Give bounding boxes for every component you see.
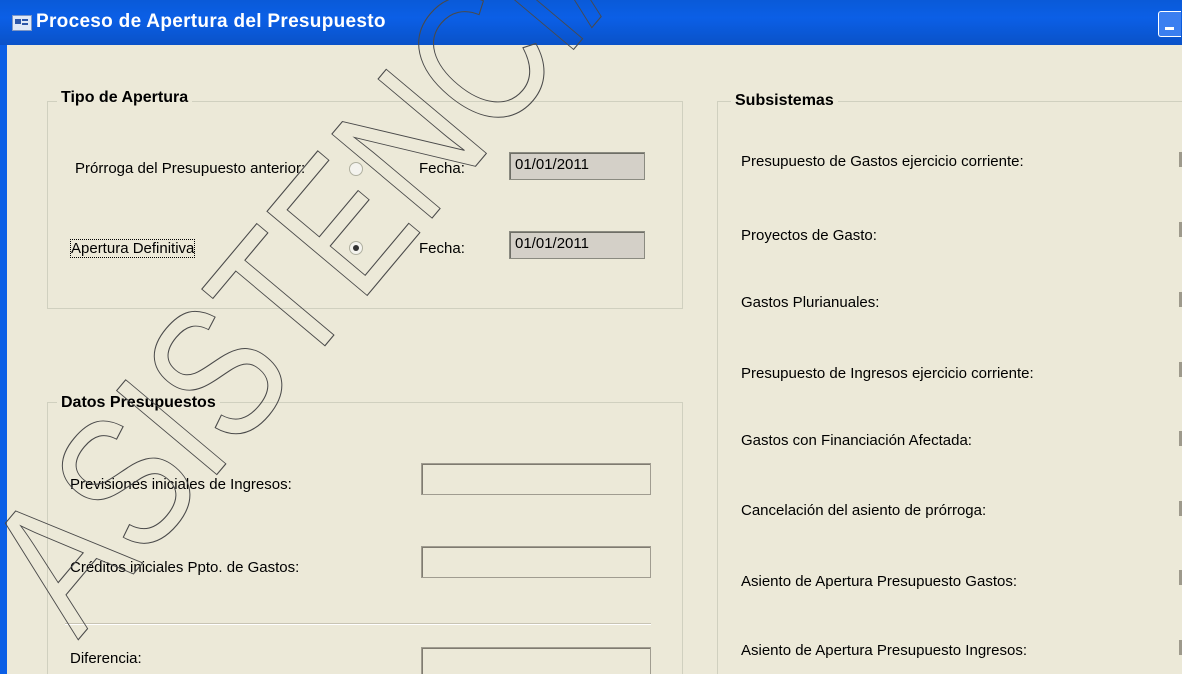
- creditos-field[interactable]: [421, 546, 651, 578]
- subsistema-item: Proyectos de Gasto:: [741, 227, 877, 244]
- definitiva-radio[interactable]: [349, 241, 363, 255]
- definitiva-fecha-field[interactable]: 01/01/2011: [509, 231, 645, 259]
- subsistema-item: Gastos Plurianuales:: [741, 294, 880, 311]
- subsistema-item: Asiento de Apertura Presupuesto Gastos:: [741, 573, 1017, 590]
- tipo-apertura-legend: Tipo de Apertura: [57, 89, 193, 107]
- datos-presupuestos-group: [47, 402, 683, 674]
- minimize-button[interactable]: [1158, 11, 1181, 37]
- prorroga-fecha-label: Fecha:: [419, 160, 465, 177]
- diferencia-field[interactable]: [421, 647, 651, 674]
- app-icon: [12, 15, 32, 31]
- subsistemas-legend: Subsistemas: [731, 92, 838, 110]
- tipo-apertura-group: [47, 101, 683, 309]
- creditos-label: Créditos iniciales Ppto. de Gastos:: [70, 559, 300, 576]
- previsiones-field[interactable]: [421, 463, 651, 495]
- prorroga-radio[interactable]: [349, 162, 363, 176]
- subsistema-item: Cancelación del asiento de prórroga:: [741, 502, 987, 519]
- client-area: Tipo de Apertura Prórroga del Presupuest…: [7, 45, 1182, 674]
- prorroga-fecha-field[interactable]: 01/01/2011: [509, 152, 645, 180]
- window-left-border: [0, 45, 7, 674]
- subsistema-item: Asiento de Apertura Presupuesto Ingresos…: [741, 642, 1028, 659]
- main-window: Proceso de Apertura del Presupuesto Tipo…: [0, 0, 1182, 674]
- datos-presupuestos-legend: Datos Presupuestos: [57, 394, 220, 412]
- subsistema-item: Gastos con Financiación Afectada:: [741, 432, 972, 449]
- prorroga-label: Prórroga del Presupuesto anterior:: [75, 160, 306, 177]
- datos-separator: [65, 623, 651, 625]
- previsiones-label: Previsiones iniciales de Ingresos:: [70, 476, 292, 493]
- definitiva-label: Apertura Definitiva: [69, 239, 196, 258]
- diferencia-label: Diferencia:: [70, 650, 142, 667]
- definitiva-fecha-label: Fecha:: [419, 240, 465, 257]
- subsistema-item: Presupuesto de Gastos ejercicio corrient…: [741, 153, 1024, 170]
- subsistema-item: Presupuesto de Ingresos ejercicio corrie…: [741, 365, 1034, 382]
- title-bar[interactable]: Proceso de Apertura del Presupuesto: [0, 0, 1182, 45]
- window-title: Proceso de Apertura del Presupuesto: [36, 11, 386, 32]
